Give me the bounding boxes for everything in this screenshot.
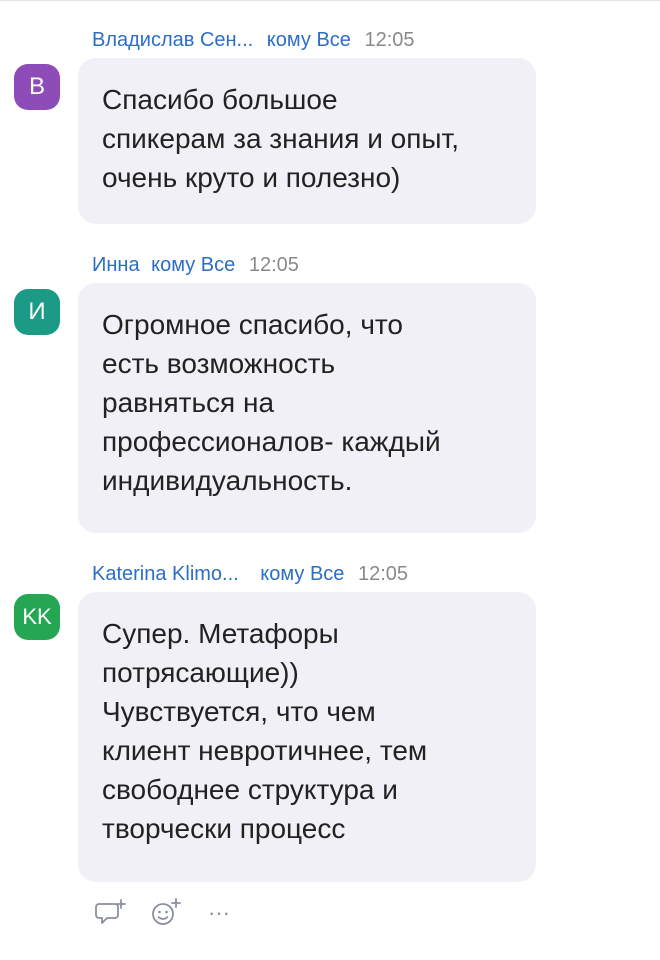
avatar[interactable]: В — [14, 64, 60, 110]
sender-name[interactable]: Инна — [92, 254, 140, 276]
message-bubble: Супер. Метафоры потрясающие)) Чувствуетс… — [78, 592, 536, 882]
more-options-icon[interactable]: ··· — [202, 896, 236, 930]
to-label: кому Все — [266, 29, 351, 51]
sender-name[interactable]: Владислав Сен... — [92, 29, 253, 51]
message-header: Владислав Сен... кому Все 12:05 — [92, 28, 415, 52]
top-divider — [0, 0, 660, 1]
sender-name[interactable]: Katerina Klimo... — [92, 563, 239, 585]
avatar[interactable]: И — [14, 289, 60, 335]
to-label: кому Все — [151, 254, 236, 276]
message-header: Инна кому Все 12:05 — [92, 253, 299, 277]
reply-plus-icon[interactable] — [94, 896, 128, 930]
recipient-name[interactable]: Все — [310, 563, 344, 585]
recipient-name[interactable]: Все — [201, 254, 235, 276]
message-time: 12:05 — [357, 563, 409, 585]
message-actions: ··· — [94, 896, 236, 930]
message-time: 12:05 — [248, 254, 299, 276]
avatar[interactable]: KK — [14, 594, 60, 640]
message-time: 12:05 — [364, 29, 415, 51]
emoji-add-icon[interactable] — [148, 896, 182, 930]
recipient-name[interactable]: Все — [316, 29, 350, 51]
message-bubble: Спасибо большое спикерам за знания и опы… — [78, 58, 536, 224]
message-header: Katerina Klimo... кому Все 12:05 — [92, 562, 408, 586]
to-label: кому Все — [260, 563, 345, 585]
message-bubble: Огромное спасибо, что есть возможность р… — [78, 283, 536, 533]
